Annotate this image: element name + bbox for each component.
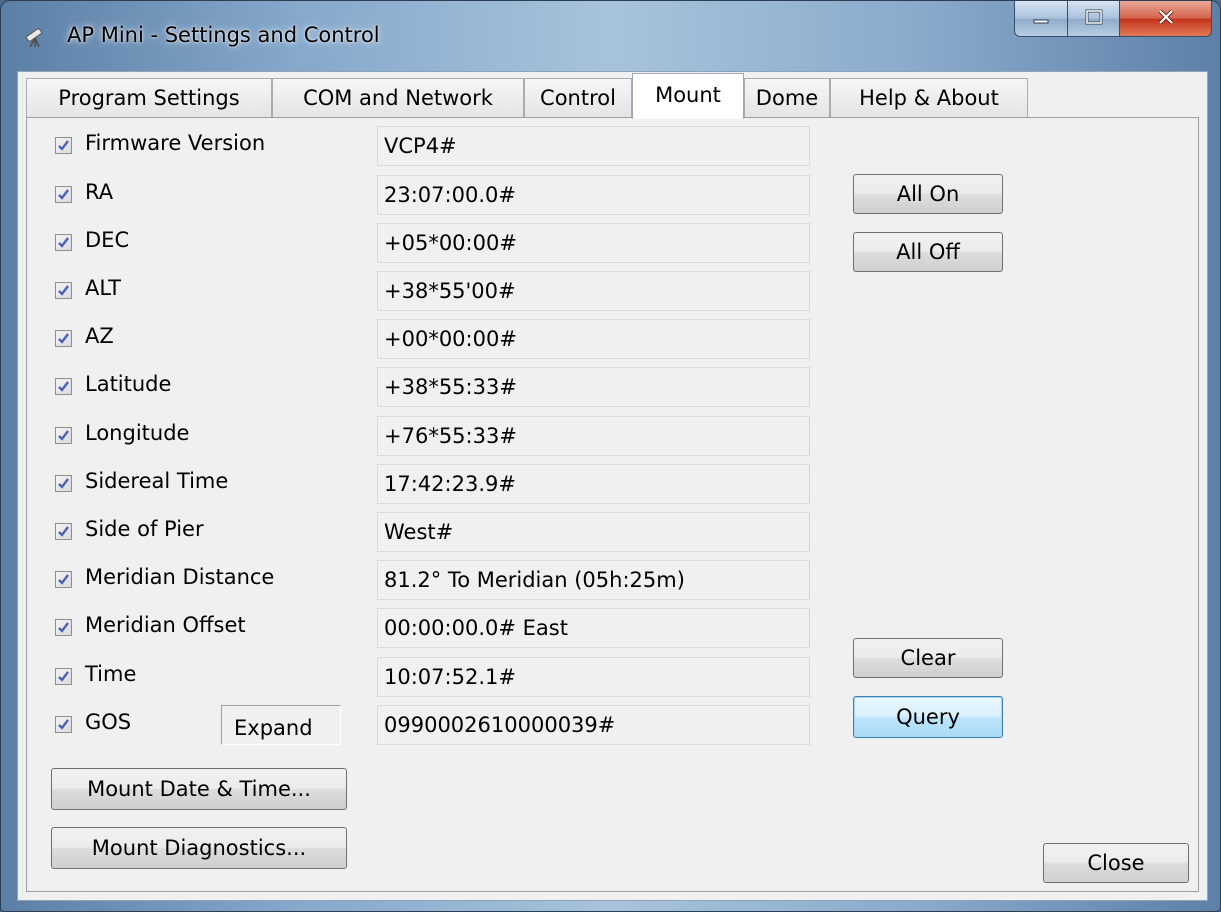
dec-value: +05*00:00# [377,223,810,263]
meridian-offset-label: Meridian Offset [85,613,246,637]
meridian-distance-label: Meridian Distance [85,565,275,589]
row-side-of-pier: Side of Pier West# [27,510,1198,554]
query-button[interactable]: Query [853,696,1003,738]
meridian-distance-value: 81.2° To Meridian (05h:25m) [377,560,810,600]
maximize-button[interactable] [1068,1,1120,37]
row-az: AZ +00*00:00# [27,317,1198,361]
gos-label: GOS [85,710,132,734]
az-label: AZ [85,324,114,348]
tab-control[interactable]: Control [524,78,632,118]
side-of-pier-checkbox[interactable] [55,523,72,540]
mount-date-time-button[interactable]: Mount Date & Time... [51,768,347,810]
ra-label: RA [85,180,114,204]
mount-tab-panel: Firmware Version VCP4# RA 23:07:00.0# DE… [26,117,1199,892]
latitude-checkbox[interactable] [55,378,72,395]
all-off-button[interactable]: All Off [853,232,1003,272]
maximize-icon [1085,9,1103,29]
tab-dome[interactable]: Dome [744,78,830,118]
app-window: AP Mini - Settings and Control Program S… [0,0,1221,912]
alt-value: +38*55'00# [377,271,810,311]
ra-checkbox[interactable] [55,186,72,203]
dec-checkbox[interactable] [55,234,72,251]
window-title: AP Mini - Settings and Control [67,23,380,47]
time-checkbox[interactable] [55,668,72,685]
close-button[interactable]: Close [1043,843,1189,883]
gos-checkbox[interactable] [55,716,72,733]
row-alt: ALT +38*55'00# [27,269,1198,313]
dec-label: DEC [85,228,130,252]
firmware-version-checkbox[interactable] [55,137,72,154]
longitude-value: +76*55:33# [377,416,810,456]
minimize-button[interactable] [1014,1,1068,37]
meridian-offset-value: 00:00:00.0# East [377,608,810,648]
sidereal-time-value: 17:42:23.9# [377,464,810,504]
row-meridian-offset: Meridian Offset 00:00:00.0# East [27,606,1198,650]
all-on-button[interactable]: All On [853,174,1003,214]
close-window-button[interactable] [1120,1,1212,37]
meridian-distance-checkbox[interactable] [55,571,72,588]
time-value: 10:07:52.1# [377,657,810,697]
clear-button[interactable]: Clear [853,638,1003,678]
az-checkbox[interactable] [55,330,72,347]
row-time: Time 10:07:52.1# [27,655,1198,699]
row-gos: GOS Expand 0990002610000039# [27,703,1198,747]
client-area: Program Settings COM and Network Control… [17,71,1208,901]
longitude-label: Longitude [85,421,190,445]
longitude-checkbox[interactable] [55,427,72,444]
row-sidereal-time: Sidereal Time 17:42:23.9# [27,462,1198,506]
tab-help-about[interactable]: Help & About [830,78,1028,118]
row-ra: RA 23:07:00.0# [27,173,1198,217]
telescope-icon[interactable] [23,23,49,49]
gos-expand-button[interactable]: Expand [221,705,341,745]
time-label: Time [85,662,137,686]
row-latitude: Latitude +38*55:33# [27,365,1198,409]
latitude-value: +38*55:33# [377,367,810,407]
mount-diagnostics-button[interactable]: Mount Diagnostics... [51,827,347,869]
alt-checkbox[interactable] [55,282,72,299]
firmware-version-value: VCP4# [377,126,810,166]
close-icon [1157,9,1175,29]
latitude-label: Latitude [85,372,172,396]
caption-buttons [1014,1,1212,39]
title-bar[interactable]: AP Mini - Settings and Control [1,1,1220,71]
side-of-pier-label: Side of Pier [85,517,204,541]
minimize-icon [1033,9,1049,28]
row-longitude: Longitude +76*55:33# [27,414,1198,458]
row-dec: DEC +05*00:00# [27,221,1198,265]
az-value: +00*00:00# [377,319,810,359]
sidereal-time-label: Sidereal Time [85,469,229,493]
sidereal-time-checkbox[interactable] [55,475,72,492]
gos-value: 0990002610000039# [377,705,810,745]
ra-value: 23:07:00.0# [377,175,810,215]
row-firmware-version: Firmware Version VCP4# [27,124,1198,168]
firmware-version-label: Firmware Version [85,131,266,155]
side-of-pier-value: West# [377,512,810,552]
tab-program-settings[interactable]: Program Settings [26,78,272,118]
meridian-offset-checkbox[interactable] [55,619,72,636]
alt-label: ALT [85,276,122,300]
tab-mount[interactable]: Mount [632,73,744,119]
row-meridian-distance: Meridian Distance 81.2° To Meridian (05h… [27,558,1198,602]
tab-com-and-network[interactable]: COM and Network [272,78,524,118]
